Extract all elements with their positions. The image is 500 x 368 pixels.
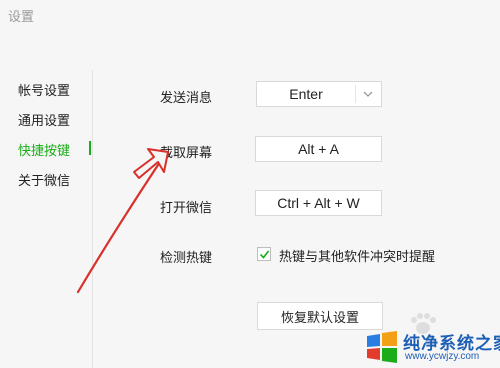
site-watermark: 纯净系统之家 www.ycwjzy.com: [365, 328, 500, 368]
watermark-url: www.ycwjzy.com: [405, 351, 480, 362]
windows-logo-icon: [367, 331, 397, 363]
